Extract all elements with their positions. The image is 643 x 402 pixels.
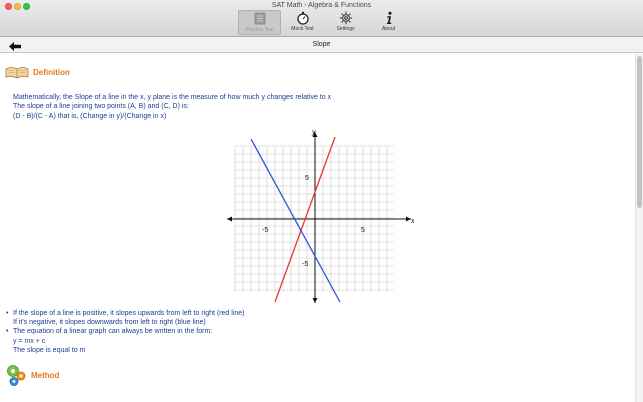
definition-line-2: The slope of a line joining two points (… bbox=[13, 103, 189, 111]
note-equation-form: y = mx + c bbox=[13, 337, 46, 345]
definition-heading-label: Definition bbox=[33, 67, 70, 77]
stopwatch-icon bbox=[295, 10, 311, 25]
notebook-icon bbox=[252, 11, 268, 26]
definition-text: Mathematically, the Slope of a line in t… bbox=[13, 93, 331, 121]
note-linear-equation: The equation of a linear graph can alway… bbox=[6, 327, 245, 336]
gear-icon bbox=[338, 10, 354, 25]
definition-line-1: Mathematically, the Slope of a line in t… bbox=[13, 94, 332, 101]
y-tick-5: 5 bbox=[305, 175, 309, 182]
toolbar-mock-test[interactable]: Mock Test bbox=[281, 10, 324, 35]
note-positive-slope: If the slope of a line is positive, it s… bbox=[6, 309, 245, 318]
slope-graph: x y -5 5 5 -5 bbox=[227, 129, 414, 303]
y-tick-neg5: -5 bbox=[302, 261, 308, 268]
definition-line-3: (D - B)/(C - A) that is, (Change in y)/(… bbox=[13, 112, 167, 120]
toolbar-practice-test[interactable]: Practice Test bbox=[238, 10, 281, 35]
note-slope-equals-m: The slope is equal to m bbox=[13, 346, 86, 354]
info-icon bbox=[381, 10, 397, 25]
y-axis-label: y bbox=[311, 129, 316, 136]
x-tick-5: 5 bbox=[361, 227, 365, 234]
toolbar-about[interactable]: About bbox=[367, 10, 410, 35]
toolbar-practice-test-label: Practice Test bbox=[245, 27, 274, 33]
scrollbar-thumb[interactable] bbox=[637, 56, 642, 208]
x-axis-label: x bbox=[410, 218, 414, 225]
page-title: Slope bbox=[312, 41, 331, 48]
definition-heading: Definition bbox=[5, 65, 70, 79]
method-heading: Method bbox=[5, 363, 59, 387]
x-axis-left-arrow bbox=[227, 216, 232, 222]
window-title: SAT Math - Algebra & Functions bbox=[271, 2, 372, 9]
y-axis-down-arrow bbox=[312, 298, 318, 303]
open-book-icon bbox=[5, 67, 29, 79]
note-negative-slope: If it's negative, it slopes downwards fr… bbox=[13, 319, 206, 327]
toolbar-settings[interactable]: Settings bbox=[324, 10, 367, 35]
method-heading-label: Method bbox=[31, 370, 60, 380]
lesson-content: Definition Mathematically, the Slope of … bbox=[0, 54, 635, 402]
toolbar-settings-label: Settings bbox=[336, 26, 355, 32]
window-titlebar: SAT Math - Algebra & Functions Practice … bbox=[0, 0, 643, 37]
negative-slope-line bbox=[250, 138, 341, 303]
vertical-scrollbar[interactable] bbox=[635, 54, 643, 402]
toolbar: Practice Test Mock Test Settings About bbox=[238, 10, 410, 36]
graph-axes bbox=[227, 132, 411, 303]
gears-icon bbox=[7, 365, 26, 386]
toolbar-about-label: About bbox=[381, 26, 396, 32]
navigation-bar: Slope bbox=[0, 37, 643, 53]
x-tick-neg5: -5 bbox=[262, 227, 268, 234]
notes-list: If the slope of a line is positive, it s… bbox=[6, 309, 245, 355]
toolbar-mock-test-label: Mock Test bbox=[291, 26, 314, 32]
